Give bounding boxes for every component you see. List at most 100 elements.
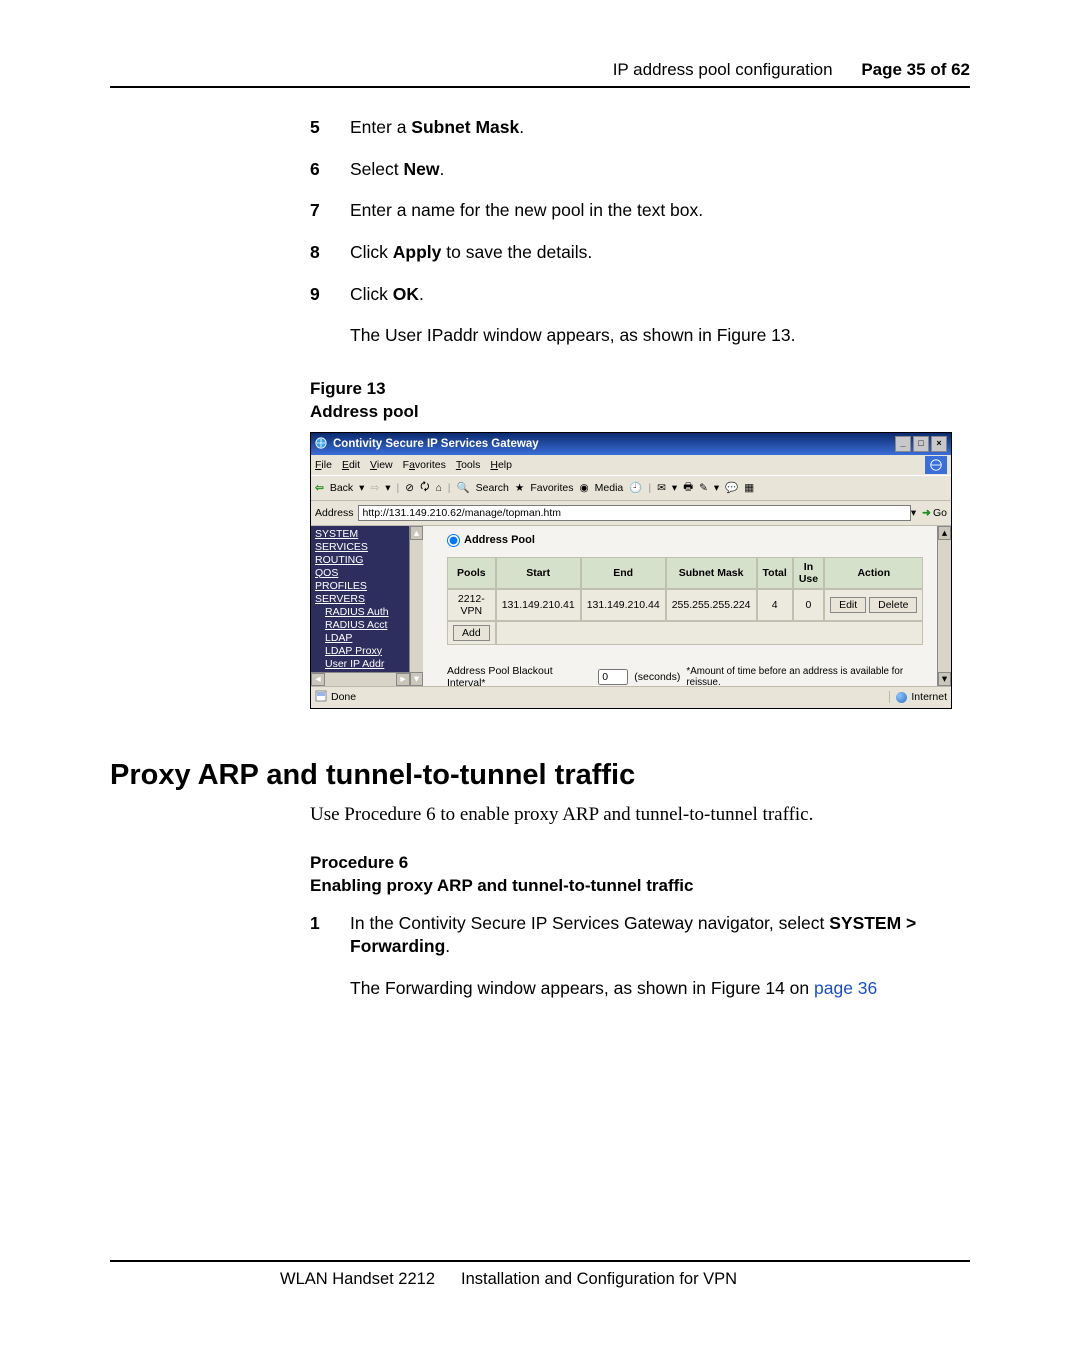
- col-end: End: [581, 557, 666, 589]
- sidebar-item[interactable]: PROFILES: [315, 580, 414, 593]
- address-input[interactable]: [358, 505, 911, 521]
- sidebar-item[interactable]: RADIUS Acct: [315, 619, 414, 632]
- menu-tools[interactable]: Tools: [456, 459, 481, 471]
- scroll-right-icon[interactable]: ▸: [396, 673, 410, 686]
- sidebar-item[interactable]: LDAP: [315, 632, 414, 645]
- forward-button[interactable]: ⇨: [370, 482, 379, 494]
- step-aftertext: The User IPaddr window appears, as shown…: [350, 324, 970, 348]
- page-link[interactable]: page 36: [814, 978, 877, 998]
- cell-end: 131.149.210.44: [581, 589, 666, 621]
- screenshot-address-pool: Contivity Secure IP Services Gateway _ □…: [310, 432, 952, 709]
- step-number: 6: [310, 158, 350, 182]
- maximize-button[interactable]: □: [913, 436, 929, 452]
- print-icon[interactable]: 🖶: [683, 479, 693, 497]
- sidebar-item[interactable]: User IP Addr: [315, 658, 414, 671]
- procedure-steps: 5 Enter a Subnet Mask. 6 Select New. 7 E…: [310, 116, 970, 348]
- step-number: 7: [310, 199, 350, 223]
- media-button[interactable]: Media: [595, 482, 624, 494]
- address-pool-label: Address Pool: [464, 534, 535, 546]
- scroll-down-icon[interactable]: ▾: [410, 672, 423, 686]
- scroll-down-icon[interactable]: ▾: [938, 672, 951, 686]
- status-bar: Done Internet: [311, 686, 951, 708]
- menu-favorites[interactable]: Favorites: [403, 459, 446, 471]
- col-pools: Pools: [447, 557, 496, 589]
- scroll-up-icon[interactable]: ▴: [410, 526, 423, 540]
- internet-icon: [896, 692, 907, 703]
- figure-caption: Figure 13 Address pool: [310, 378, 970, 424]
- sidebar-item[interactable]: LDAP Proxy: [315, 645, 414, 658]
- search-icon[interactable]: 🔍: [457, 481, 470, 494]
- scroll-up-icon[interactable]: ▴: [938, 526, 951, 540]
- ie-logo-icon: [925, 456, 947, 474]
- sidebar-item[interactable]: SERVICES: [315, 541, 414, 554]
- history-icon[interactable]: 🕘: [629, 481, 642, 494]
- discuss-icon[interactable]: 💬: [725, 481, 738, 494]
- sidebar-vscroll[interactable]: ▴ ▾: [409, 526, 423, 686]
- browser-toolbar: ⇦ Back ▾ ⇨ ▾ | ⊘ 🗘 ⌂ | 🔍Search ★Favorite…: [311, 475, 951, 501]
- col-start: Start: [496, 557, 581, 589]
- edit-icon[interactable]: ✎: [699, 482, 708, 494]
- header-section: IP address pool configuration: [613, 60, 833, 79]
- edit-button[interactable]: Edit: [830, 597, 866, 613]
- step-body: Click OK.: [350, 283, 970, 307]
- step-number: 5: [310, 116, 350, 140]
- step-number: 1: [310, 912, 350, 959]
- blackout-units: (seconds): [634, 671, 680, 683]
- home-icon[interactable]: ⌂: [435, 482, 441, 494]
- minimize-button[interactable]: _: [895, 436, 911, 452]
- cell-start: 131.149.210.41: [496, 589, 581, 621]
- menu-help[interactable]: Help: [490, 459, 512, 471]
- step-body: In the Contivity Secure IP Services Gate…: [350, 912, 970, 959]
- close-button[interactable]: ×: [931, 436, 947, 452]
- step-number: 9: [310, 283, 350, 307]
- scroll-left-icon[interactable]: ◂: [311, 673, 325, 686]
- search-button[interactable]: Search: [476, 482, 509, 494]
- content-vscroll[interactable]: ▴ ▾: [937, 526, 951, 686]
- sidebar-item[interactable]: RADIUS Auth: [315, 606, 414, 619]
- step-aftertext: The Forwarding window appears, as shown …: [350, 977, 970, 1001]
- footer-right: Installation and Configuration for VPN: [461, 1270, 737, 1289]
- cell-mask: 255.255.255.224: [666, 589, 757, 621]
- menu-edit[interactable]: Edit: [342, 459, 360, 471]
- sidebar-item[interactable]: ROUTING: [315, 554, 414, 567]
- mail-icon[interactable]: ✉: [657, 482, 666, 494]
- favorites-button[interactable]: Favorites: [530, 482, 573, 494]
- sidebar-item[interactable]: QOS: [315, 567, 414, 580]
- back-icon[interactable]: ⇦: [315, 482, 324, 494]
- stop-icon[interactable]: ⊘: [405, 482, 414, 494]
- window-title: Contivity Secure IP Services Gateway: [333, 438, 539, 450]
- blackout-hint: *Amount of time before an address is ava…: [686, 666, 937, 686]
- done-icon: [315, 690, 327, 705]
- address-pool-radio[interactable]: [447, 534, 460, 547]
- zone-text: Internet: [911, 691, 947, 703]
- status-text: Done: [331, 691, 356, 703]
- menu-view[interactable]: View: [370, 459, 393, 471]
- step-body: Enter a name for the new pool in the tex…: [350, 199, 970, 223]
- menu-file[interactable]: File: [315, 459, 332, 471]
- cell-total: 4: [757, 589, 793, 621]
- col-action: Action: [824, 557, 923, 589]
- sidebar-hscroll[interactable]: ◂ ▸: [311, 672, 410, 686]
- media-icon[interactable]: ◉: [580, 482, 589, 494]
- ie-icon: [315, 437, 329, 451]
- step-body: Click Apply to save the details.: [350, 241, 970, 265]
- procedure-caption: Procedure 6 Enabling proxy ARP and tunne…: [310, 852, 970, 898]
- sidebar-item[interactable]: SYSTEM: [315, 528, 414, 541]
- sidebar-item[interactable]: SERVERS: [315, 593, 414, 606]
- menu-bar: File Edit View Favorites Tools Help: [311, 455, 951, 475]
- refresh-icon[interactable]: 🗘: [420, 479, 429, 497]
- section-heading: Proxy ARP and tunnel-to-tunnel traffic: [110, 759, 970, 792]
- delete-button[interactable]: Delete: [869, 597, 917, 613]
- footer-left: WLAN Handset 2212: [280, 1270, 435, 1289]
- col-total: Total: [757, 557, 793, 589]
- page-header: IP address pool configuration Page 35 of…: [110, 60, 970, 88]
- related-icon[interactable]: ▦: [744, 482, 754, 494]
- add-button[interactable]: Add: [453, 625, 490, 641]
- cell-inuse: 0: [793, 589, 824, 621]
- favorites-icon[interactable]: ★: [515, 482, 524, 494]
- back-button[interactable]: Back: [330, 482, 353, 494]
- blackout-label: Address Pool Blackout Interval*: [447, 665, 592, 686]
- go-button[interactable]: ➜Go: [922, 507, 947, 519]
- table-row: 2212-VPN 131.149.210.41 131.149.210.44 2…: [447, 589, 923, 621]
- blackout-input[interactable]: [598, 669, 628, 685]
